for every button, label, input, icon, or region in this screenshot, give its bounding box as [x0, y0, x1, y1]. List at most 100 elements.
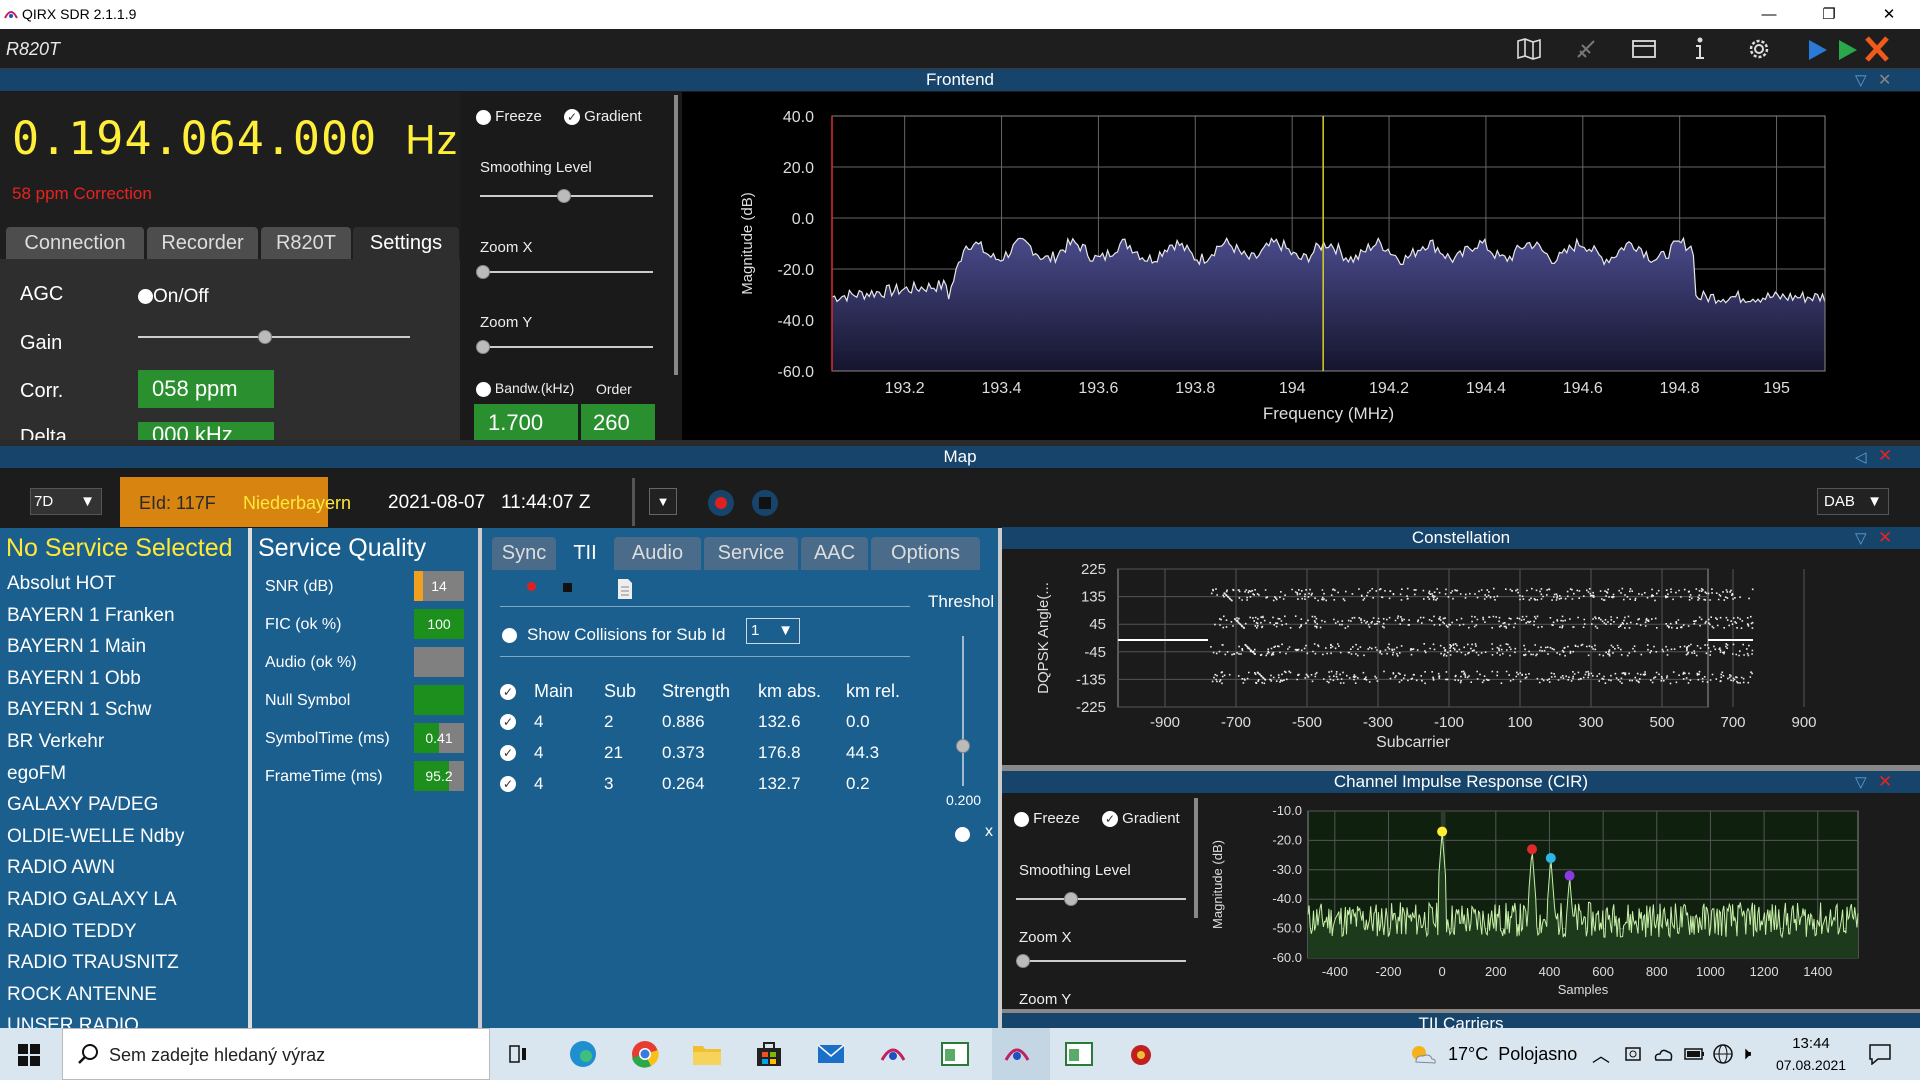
cir-scrollbar[interactable] [1194, 798, 1198, 918]
mail-icon[interactable] [815, 1038, 847, 1070]
bandw-radio[interactable] [476, 381, 491, 397]
check-icon[interactable]: ✓ [500, 776, 516, 793]
cir-smoothing-knob[interactable] [1064, 892, 1078, 906]
bandw-value[interactable]: 1.700 [474, 404, 578, 440]
service-list-item[interactable]: RADIO TRAUSNITZ [0, 947, 248, 979]
tii-row-check[interactable]: ✓ [500, 706, 534, 737]
tab-options[interactable]: Options [871, 537, 980, 570]
tab-r820t[interactable]: R820T [261, 227, 351, 259]
document-icon[interactable] [616, 578, 634, 600]
tii-select-all[interactable]: ✓ [500, 676, 534, 706]
spectrum-chart[interactable]: 40.0 20.0 0.0 -20.0 -40.0 -60.0 193.2 193.4 193.… [682, 92, 1920, 440]
collapse-icon[interactable]: ▽ [1855, 529, 1867, 547]
edge-icon[interactable] [567, 1038, 599, 1070]
volume-muted-icon[interactable]: 🕨 [1740, 1043, 1751, 1064]
smoothing-slider-knob[interactable] [557, 189, 571, 203]
gain-slider-knob[interactable] [258, 330, 272, 344]
collisions-radio[interactable] [502, 628, 517, 644]
cir-freeze-radio[interactable] [1014, 811, 1029, 827]
service-list-item[interactable]: BR Verkehr [0, 726, 248, 758]
collapse-left-icon[interactable]: ◁ [1855, 448, 1867, 466]
service-list-item[interactable]: GALAXY PA/DEG [0, 789, 248, 821]
close-cir-icon[interactable]: ✕ [1878, 772, 1892, 792]
play-icon[interactable] [1806, 38, 1830, 62]
qirx-taskbar-icon[interactable] [877, 1038, 909, 1070]
store-icon[interactable] [753, 1038, 785, 1070]
close-map-icon[interactable]: ✕ [1878, 446, 1892, 466]
tab-aac[interactable]: AAC [801, 537, 868, 570]
tii-row-check[interactable]: ✓ [500, 768, 534, 799]
check-icon[interactable]: ✓ [500, 714, 516, 731]
camera-icon[interactable] [1624, 1044, 1642, 1064]
tii-column-header[interactable]: Sub [604, 676, 662, 706]
close-window-button[interactable]: ✕ [1866, 0, 1912, 29]
stop-x-icon[interactable] [1864, 35, 1890, 63]
tab-tii[interactable]: TII [559, 537, 611, 570]
collapse-icon[interactable]: ▽ [1855, 773, 1867, 791]
close-constellation-icon[interactable]: ✕ [1878, 528, 1892, 548]
tab-recorder[interactable]: Recorder [147, 227, 258, 259]
service-list-item[interactable]: BAYERN 1 Main [0, 631, 248, 663]
collisions-option[interactable]: Show Collisions for Sub Id [502, 625, 725, 645]
constellation-chart[interactable]: -900 -700 -500 -300 -100 100 300 500 700 900 225 13… [1002, 549, 1920, 765]
notification-icon[interactable] [1868, 1043, 1892, 1065]
info-icon[interactable] [1690, 36, 1710, 62]
tii-table-row[interactable]: ✓ 4 2 0.886 132.6 0.0 [500, 706, 906, 737]
threshold-track[interactable] [962, 636, 964, 786]
freeze-option[interactable]: Freeze [476, 108, 542, 125]
frequency-display[interactable]: 0.194.064.000 Hz [12, 112, 459, 165]
gear-icon[interactable] [1746, 36, 1772, 62]
maximize-button[interactable]: ❐ [1806, 0, 1852, 29]
service-list-item[interactable]: egoFM [0, 758, 248, 790]
zoomy-slider-knob[interactable] [476, 340, 490, 354]
window-icon[interactable] [1631, 38, 1657, 60]
tii-column-header[interactable]: km abs. [758, 676, 846, 706]
cir-gradient-option[interactable]: ✓ Gradient [1102, 810, 1180, 828]
stop-button[interactable] [752, 490, 778, 516]
app-window-icon[interactable] [939, 1038, 971, 1070]
controls-scrollbar[interactable] [674, 95, 678, 375]
agc-toggle[interactable]: On/Off [138, 286, 209, 308]
tab-service[interactable]: Service [704, 537, 798, 570]
weather-icon[interactable] [1408, 1042, 1436, 1066]
service-list-item[interactable]: RADIO TEDDY [0, 916, 248, 948]
zoomx-slider-track[interactable] [480, 271, 653, 273]
service-list-item[interactable]: BAYERN 1 Obb [0, 663, 248, 695]
service-list-item[interactable]: Absolut HOT [0, 568, 248, 600]
battery-icon[interactable] [1684, 1046, 1706, 1062]
tab-sync[interactable]: Sync [492, 537, 556, 570]
sub-id-select[interactable]: 1 ▼ [746, 618, 800, 644]
close-panel-icon[interactable]: ✕ [1878, 70, 1891, 90]
threshold-knob[interactable] [956, 739, 970, 753]
tab-connection[interactable]: Connection [6, 227, 144, 259]
zoomy-slider-track[interactable] [480, 346, 653, 348]
corr-value[interactable]: 058 ppm [138, 370, 274, 408]
tii-column-header[interactable]: Main [534, 676, 604, 706]
tii-table-row[interactable]: ✓ 4 3 0.264 132.7 0.2 [500, 768, 906, 799]
service-list-item[interactable]: RADIO AWN [0, 852, 248, 884]
freeze-radio[interactable] [476, 109, 491, 125]
service-list-item[interactable]: BAYERN 1 Franken [0, 600, 248, 632]
cir-zoomx-track[interactable] [1016, 960, 1186, 962]
record-button[interactable] [708, 490, 734, 516]
check-icon[interactable]: ✓ [500, 683, 516, 700]
file-explorer-icon[interactable] [691, 1038, 723, 1070]
tii-record-icon[interactable] [527, 582, 536, 591]
mode-select[interactable]: DAB ▼ [1817, 488, 1889, 515]
windows-start-icon[interactable] [18, 1044, 40, 1066]
tab-audio[interactable]: Audio [614, 537, 701, 570]
chrome-icon[interactable] [629, 1038, 661, 1070]
play-green-icon[interactable] [1836, 38, 1860, 62]
channel-select[interactable]: 7D ▼ [30, 488, 102, 515]
tii-table-row[interactable]: ✓ 4 21 0.373 176.8 44.3 [500, 737, 906, 768]
service-list-item[interactable]: OLDIE-WELLE Ndby [0, 821, 248, 853]
chevron-up-icon[interactable]: ︿ [1592, 1042, 1610, 1068]
cir-chart[interactable]: -10.0 -20.0 -30.0 -40.0 -50.0 -60.0 -400 -200 0 2… [1200, 793, 1920, 1009]
tii-column-header[interactable]: Strength [662, 676, 758, 706]
check-icon[interactable]: ✓ [500, 745, 516, 762]
tii-row-check[interactable]: ✓ [500, 737, 534, 768]
gradient-check-icon[interactable]: ✓ [564, 109, 580, 126]
service-list-item[interactable]: ROCK ANTENNE [0, 979, 248, 1011]
zoomx-slider-knob[interactable] [476, 265, 490, 279]
gain-slider-track[interactable] [138, 336, 410, 338]
